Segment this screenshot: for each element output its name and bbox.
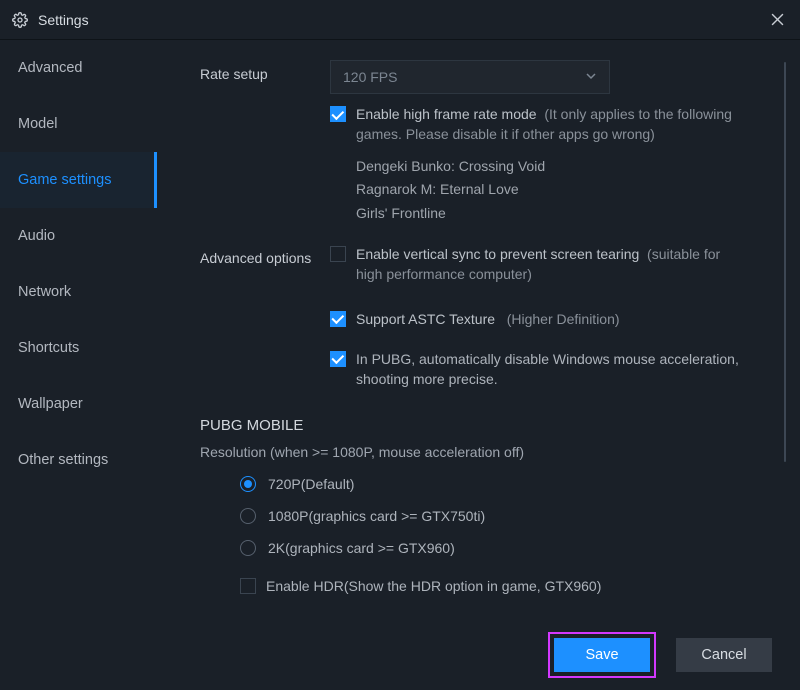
rate-select[interactable]: 120 FPS: [330, 60, 610, 94]
scrollbar[interactable]: [784, 62, 786, 462]
pubg-mouse-checkbox[interactable]: [330, 351, 346, 367]
sidebar-item-advanced[interactable]: Advanced: [0, 40, 157, 96]
radio-icon: [240, 508, 256, 524]
sidebar-item-shortcuts[interactable]: Shortcuts: [0, 320, 157, 376]
astc-text: Support ASTC Texture (Higher Definition): [356, 309, 740, 329]
save-button[interactable]: Save: [554, 638, 650, 672]
sidebar-item-game-settings[interactable]: Game settings: [0, 152, 157, 208]
pubg-mouse-option: In PUBG, automatically disable Windows m…: [330, 349, 740, 390]
vsync-checkbox[interactable]: [330, 246, 346, 262]
rate-setup-label: Rate setup: [200, 60, 330, 82]
pubg-res-radio-2k[interactable]: 2K(graphics card >= GTX960): [240, 540, 788, 556]
vsync-text: Enable vertical sync to prevent screen t…: [356, 244, 740, 285]
vsync-option: Enable vertical sync to prevent screen t…: [330, 244, 740, 285]
titlebar: Settings: [0, 0, 800, 40]
body: Advanced Model Game settings Audio Netwo…: [0, 40, 800, 620]
pubg-res-radio-720p[interactable]: 720P(Default): [240, 476, 788, 492]
hfr-game-0: Dengeki Bunko: Crossing Void: [356, 155, 740, 179]
pubg-res-radio-1080p[interactable]: 1080P(graphics card >= GTX750ti): [240, 508, 788, 524]
row-rate-setup: Rate setup 120 FPS Enable high frame rat…: [200, 60, 788, 226]
hdr-option: Enable HDR(Show the HDR option in game, …: [200, 576, 788, 596]
pubg-res-label-2: 2K(graphics card >= GTX960): [268, 540, 455, 556]
hfr-option: Enable high frame rate mode (It only app…: [330, 104, 740, 145]
pubg-mouse-text: In PUBG, automatically disable Windows m…: [356, 349, 740, 390]
footer: Save Cancel: [0, 620, 800, 690]
pubg-res-label-0: 720P(Default): [268, 476, 354, 492]
window-title: Settings: [38, 12, 89, 28]
sidebar-item-audio[interactable]: Audio: [0, 208, 157, 264]
hdr-checkbox[interactable]: [240, 578, 256, 594]
advanced-options-label: Advanced options: [200, 244, 330, 266]
sidebar-item-model[interactable]: Model: [0, 96, 157, 152]
gear-icon: [12, 12, 28, 28]
hfr-checkbox[interactable]: [330, 106, 346, 122]
pubg-resolution-radio-group: 720P(Default) 1080P(graphics card >= GTX…: [200, 476, 788, 556]
radio-icon: [240, 476, 256, 492]
pubg-res-label-1: 1080P(graphics card >= GTX750ti): [268, 508, 485, 524]
hfr-game-1: Ragnarok M: Eternal Love: [356, 178, 740, 202]
hdr-text: Enable HDR(Show the HDR option in game, …: [266, 576, 788, 596]
sidebar-item-network[interactable]: Network: [0, 264, 157, 320]
sidebar: Advanced Model Game settings Audio Netwo…: [0, 40, 158, 620]
sidebar-item-other-settings[interactable]: Other settings: [0, 432, 157, 488]
save-highlight: Save: [548, 632, 656, 678]
rate-select-value: 120 FPS: [343, 69, 397, 85]
astc-option: Support ASTC Texture (Higher Definition): [330, 309, 740, 329]
row-advanced-options: Advanced options Enable vertical sync to…: [200, 244, 788, 389]
main-content: Rate setup 120 FPS Enable high frame rat…: [158, 40, 800, 620]
hfr-game-list: Dengeki Bunko: Crossing Void Ragnarok M:…: [330, 155, 740, 226]
hfr-text: Enable high frame rate mode (It only app…: [356, 104, 740, 145]
astc-checkbox[interactable]: [330, 311, 346, 327]
pubg-resolution-label: Resolution (when >= 1080P, mouse acceler…: [200, 444, 788, 460]
cancel-button[interactable]: Cancel: [676, 638, 772, 672]
sidebar-item-wallpaper[interactable]: Wallpaper: [0, 376, 157, 432]
chevron-down-icon: [585, 69, 597, 85]
hfr-game-2: Girls' Frontline: [356, 202, 740, 226]
radio-icon: [240, 540, 256, 556]
close-button[interactable]: [766, 9, 788, 31]
pubg-section-title: PUBG MOBILE: [200, 417, 788, 434]
